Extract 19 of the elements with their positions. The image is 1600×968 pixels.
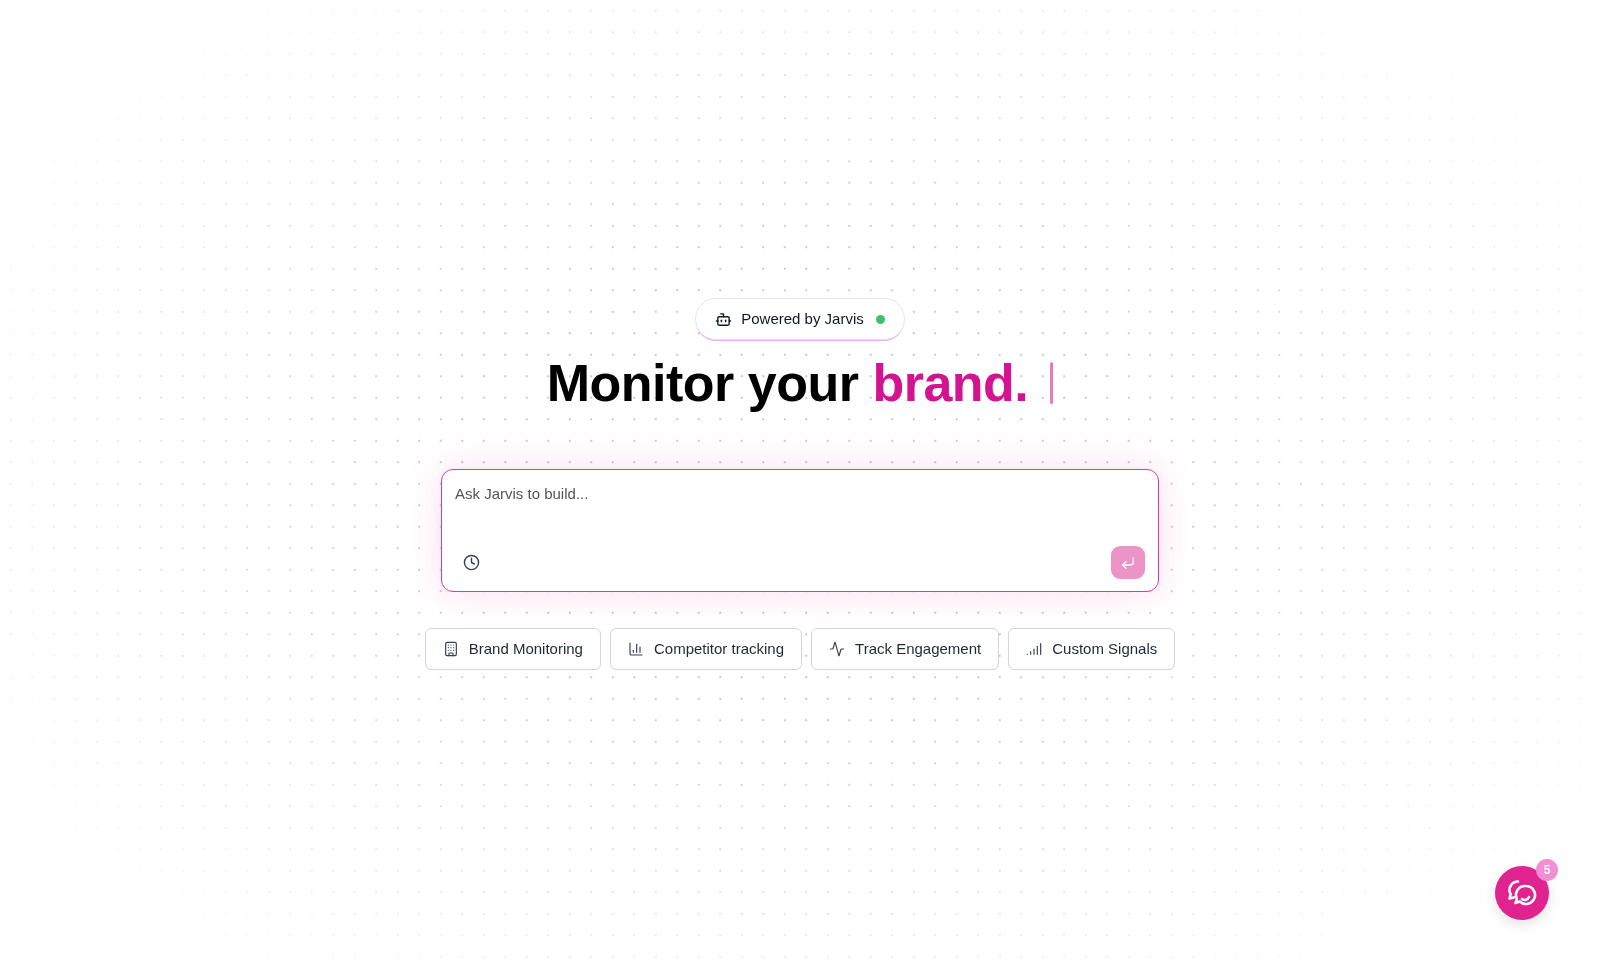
clock-icon bbox=[462, 554, 480, 571]
text-cursor-icon bbox=[1050, 362, 1054, 404]
chat-launcher-button[interactable] bbox=[1495, 866, 1549, 920]
prompt-panel[interactable]: Ask Jarvis to build... bbox=[441, 469, 1159, 592]
unread-count-badge: 5 bbox=[1536, 859, 1558, 881]
building-icon bbox=[442, 641, 459, 657]
badge-label: Powered by Jarvis bbox=[741, 308, 864, 329]
signal-bars-icon bbox=[1026, 641, 1043, 657]
chat-bubbles-icon bbox=[1507, 879, 1537, 907]
suggestion-chip[interactable]: Track Engagement bbox=[811, 628, 1000, 670]
return-arrow-icon bbox=[1120, 554, 1136, 571]
suggestion-chip[interactable]: Competitor tracking bbox=[609, 628, 803, 670]
prompt-input[interactable]: Ask Jarvis to build... bbox=[455, 483, 1145, 533]
bar-chart-icon bbox=[627, 641, 644, 657]
robot-icon bbox=[715, 310, 733, 328]
suggestion-chip[interactable]: Brand Monitoring bbox=[424, 628, 601, 670]
headline: Monitor your brand. bbox=[546, 353, 1029, 414]
suggestion-chip[interactable]: Custom Signals bbox=[1008, 628, 1176, 670]
pulse-line-icon bbox=[829, 641, 846, 657]
